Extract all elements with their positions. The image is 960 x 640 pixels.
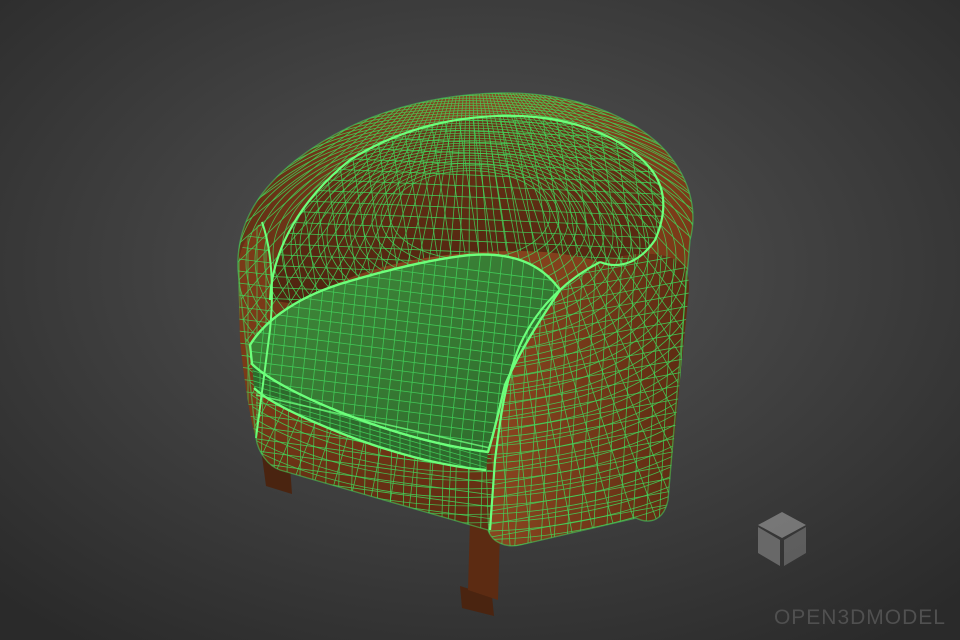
watermark: OPEN3DMODEL <box>756 510 946 630</box>
watermark-text: OPEN3DMODEL <box>773 606 946 629</box>
3d-viewport: OPEN3DMODEL <box>0 0 960 640</box>
cube-icon <box>758 512 806 566</box>
